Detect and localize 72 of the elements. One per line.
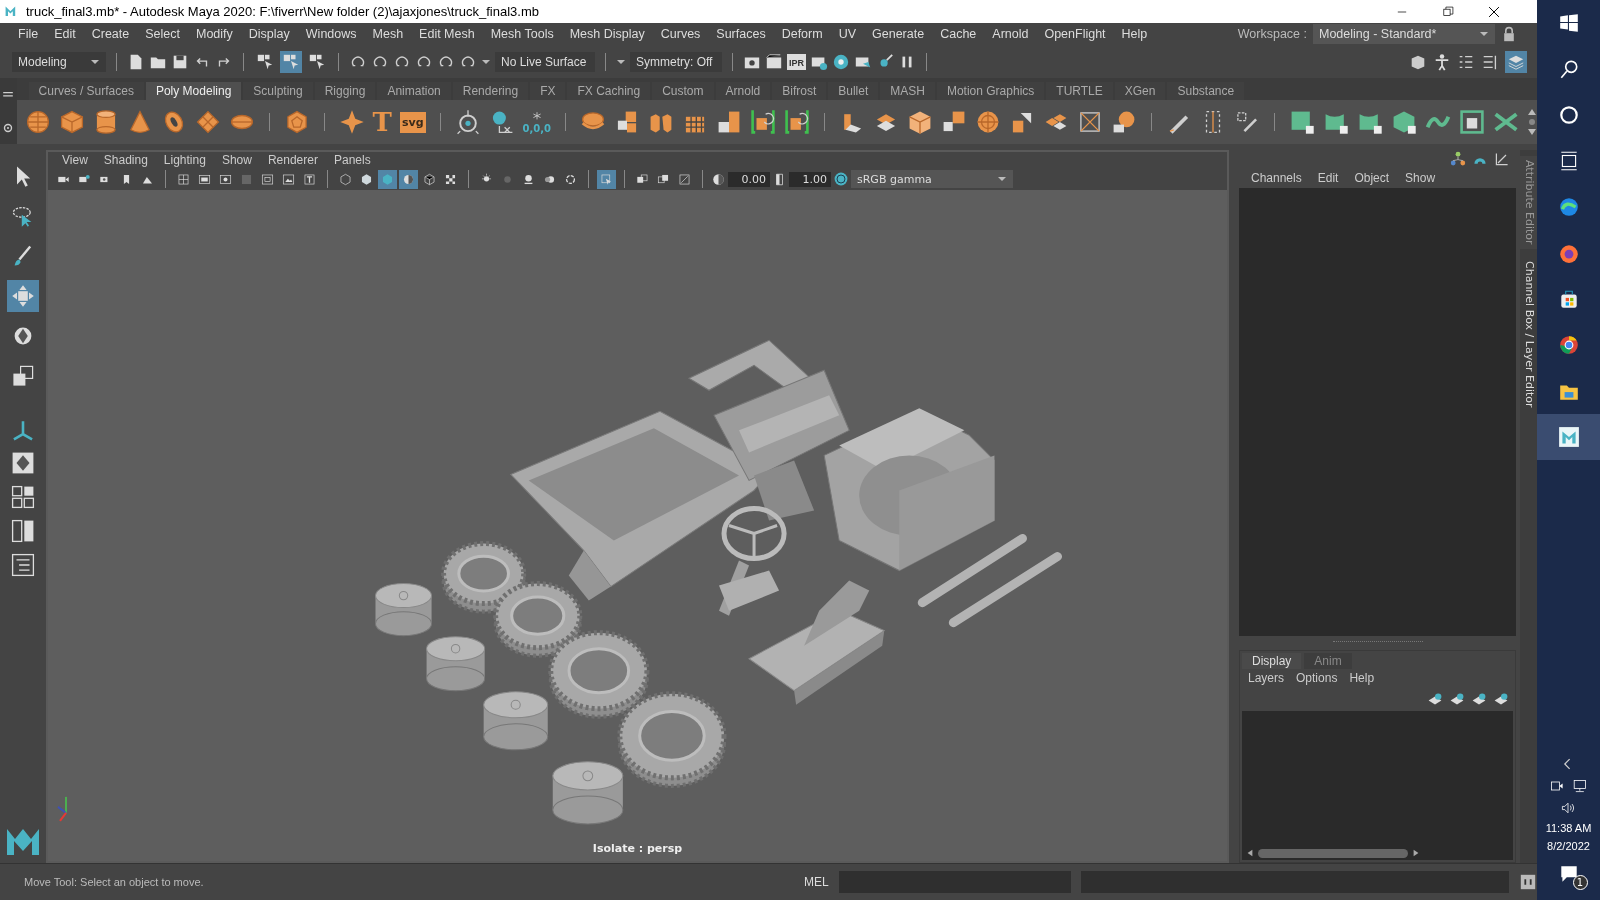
panel-menu[interactable]: Renderer — [259, 153, 326, 167]
menu-item[interactable]: Curves — [652, 27, 709, 41]
channel-box-menu[interactable]: Object — [1348, 171, 1396, 185]
menu-item[interactable]: Create — [83, 27, 138, 41]
channel-box-menu[interactable]: Edit — [1311, 171, 1345, 185]
shelf-tab[interactable]: Curves / Surfaces — [28, 82, 144, 100]
panel-menu[interactable]: Show — [213, 153, 260, 167]
shelf-tab[interactable]: Motion Graphics — [936, 82, 1045, 100]
menu-set-dropdown[interactable]: Modeling — [12, 51, 106, 72]
notification-badge: 1 — [1572, 875, 1588, 890]
menu-item[interactable]: Windows — [297, 27, 365, 41]
menu-item[interactable]: Mesh — [364, 27, 412, 41]
color-space-dropdown[interactable]: sRGB gamma — [851, 170, 1013, 188]
shelf-tab[interactable]: Arnold — [715, 82, 771, 100]
svg-tool-button[interactable]: svg — [399, 111, 426, 133]
menu-item[interactable]: File — [10, 27, 47, 41]
layer-menu[interactable]: Help — [1343, 671, 1381, 685]
command-language-label[interactable]: MEL — [784, 875, 829, 889]
side-tab[interactable]: Channel Box / Layer Editor — [1520, 256, 1537, 412]
shelf-tab[interactable]: Sculpting — [243, 82, 313, 100]
menu-item[interactable]: Edit — [46, 27, 84, 41]
shelf-tab[interactable]: FX Caching — [567, 82, 651, 100]
menu-item[interactable]: Mesh Tools — [482, 27, 562, 41]
shelf-tab[interactable]: Bullet — [828, 82, 879, 100]
menu-item[interactable]: Mesh Display — [561, 27, 653, 41]
text-tool-button[interactable]: T — [372, 109, 392, 135]
menu-item[interactable]: Select — [137, 27, 188, 41]
menu-item[interactable]: Generate — [864, 27, 933, 41]
shelf-tab[interactable]: Animation — [377, 82, 451, 100]
ipr-render-button[interactable]: IPR — [787, 53, 806, 70]
menu-item[interactable]: Edit Mesh — [411, 27, 483, 41]
shelf-tab[interactable]: MASH — [880, 82, 935, 100]
shelf-tab[interactable]: Poly Modeling — [145, 82, 242, 100]
menu-item[interactable]: Deform — [773, 27, 831, 41]
panel-menu[interactable]: View — [54, 153, 96, 167]
camera-label: Isolate : persp — [591, 842, 684, 855]
clock-time[interactable]: 11:38 AM — [1545, 822, 1592, 834]
panel-menu[interactable]: Shading — [95, 153, 156, 167]
channel-box-menu[interactable]: Channels — [1245, 171, 1308, 185]
menu-item[interactable]: Arnold — [984, 27, 1037, 41]
side-tab[interactable]: Attribute Editor — [1520, 156, 1537, 249]
menu-item[interactable]: Surfaces — [708, 27, 774, 41]
menu-item[interactable]: Modify — [188, 27, 241, 41]
shelf-tab[interactable]: Rendering — [452, 82, 529, 100]
shelf-tab[interactable]: FX — [530, 82, 566, 100]
menu-item[interactable]: Help — [1113, 27, 1156, 41]
gamma-field[interactable]: 1.00 — [789, 171, 831, 187]
workspace-dropdown[interactable]: Modeling - Standard* — [1313, 24, 1495, 44]
help-line-text: Move Tool: Select an object to move. — [23, 876, 205, 888]
shelf-tab[interactable]: Substance — [1167, 82, 1245, 100]
clock-date[interactable]: 8/2/2022 — [1547, 840, 1590, 852]
layer-menu[interactable]: Layers — [1242, 671, 1291, 685]
menu-item[interactable]: Display — [240, 27, 298, 41]
window-title: truck_final3.mb* - Autodesk Maya 2020: F:\fiverr\New folder (2)\ajaxjones\truck_final3.mb — [26, 4, 539, 19]
layer-menu[interactable]: Options — [1290, 671, 1344, 685]
layer-editor-tab[interactable]: Display — [1242, 653, 1302, 669]
panel-menu[interactable]: Lighting — [155, 153, 214, 167]
shelf-tab[interactable]: Bifrost — [772, 82, 827, 100]
menu-item[interactable]: OpenFlight — [1036, 27, 1114, 41]
channel-box-menu[interactable]: Show — [1399, 171, 1442, 185]
shelf-tab[interactable]: Rigging — [314, 82, 376, 100]
exposure-field[interactable]: 0.00 — [728, 171, 770, 187]
menu-item[interactable]: UV — [830, 27, 865, 41]
workspace-label: Workspace : — [1237, 27, 1307, 41]
symmetry-field[interactable]: Symmetry: Off — [630, 51, 722, 72]
shelf-tab[interactable]: Custom — [652, 82, 714, 100]
shelf-tab[interactable]: TURTLE — [1046, 82, 1113, 100]
freeze-transform-button[interactable]: 0,0,0 — [522, 110, 551, 134]
panel-menu[interactable]: Panels — [325, 153, 379, 167]
menu-item[interactable]: Cache — [932, 27, 985, 41]
live-surface-field[interactable]: No Live Surface — [495, 51, 595, 72]
shelf-tab[interactable]: XGen — [1114, 82, 1166, 100]
